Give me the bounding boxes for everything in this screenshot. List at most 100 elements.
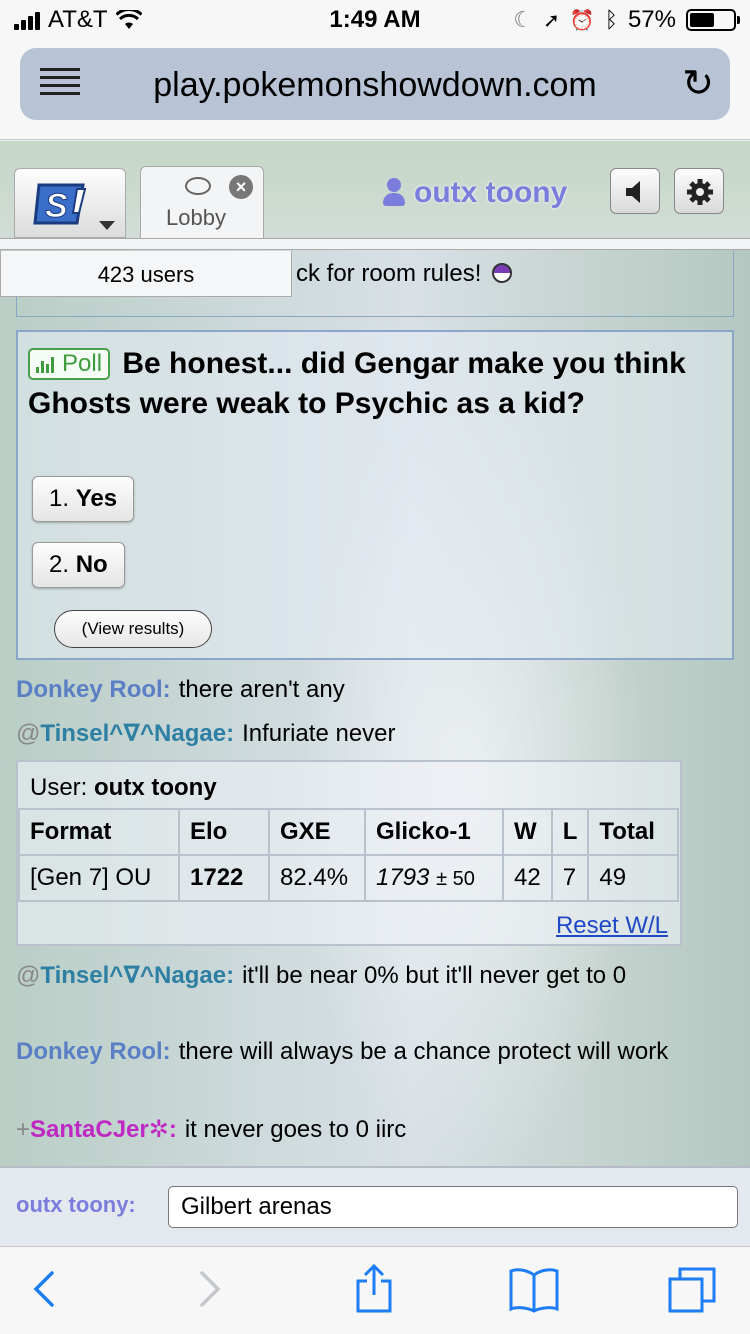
volume-button[interactable] (610, 168, 660, 214)
chat-text: there will always be a chance protect wi… (178, 1038, 669, 1065)
tab-lobby-label: Lobby (166, 205, 226, 230)
settings-button[interactable] (674, 168, 724, 214)
room-rules-text: ck for room rules! (296, 260, 513, 288)
poll-option-no[interactable]: 2. No (32, 542, 125, 588)
user-rank-symbol: @ (16, 962, 41, 989)
close-icon[interactable]: × (229, 175, 253, 199)
bar-chart-icon (36, 355, 58, 373)
browser-toolbar (0, 1246, 750, 1334)
poll-tag: Poll (28, 348, 111, 380)
poll-option-label: Yes (75, 485, 118, 512)
url-text[interactable]: play.pokemonshowdown.com (20, 66, 730, 105)
chat-username[interactable]: Donkey Rool: (16, 1038, 171, 1065)
users-count-button[interactable]: 423 users (0, 251, 292, 297)
username: outx toony (414, 176, 568, 209)
cell-elo: 1722 (178, 854, 270, 902)
pokeball-icon (492, 263, 513, 283)
ladder-stats-box: User: outx toony Format Elo GXE Glicko-1… (16, 760, 682, 946)
user-icon (382, 178, 406, 208)
poll-title: Poll Be honest... did Gengar make you th… (28, 344, 708, 424)
rules-text: ck for room rules! (296, 260, 482, 287)
chat-text: it'll be near 0% but it'll never get to … (242, 962, 627, 989)
chat-message: @Tinsel^∇^Nagae: Infuriate never (16, 718, 736, 750)
chat-text: Infuriate never (242, 720, 396, 747)
status-icons: ☾ ➚ ⏰ ᛒ 57% (513, 6, 740, 34)
poll-box: Poll Be honest... did Gengar make you th… (16, 330, 734, 660)
user-rank-symbol: @ (16, 720, 41, 747)
chat-message: Donkey Rool: there aren't any (16, 674, 736, 706)
moon-icon: ☾ (513, 7, 534, 32)
poll-tag-label: Poll (62, 350, 103, 377)
chat-message: +SantaCJer✲: it never goes to 0 iirc (16, 1114, 736, 1146)
chat-composer: outx toony: Gilbert arenas (0, 1166, 750, 1246)
alarm-icon: ⏰ (569, 9, 595, 32)
col-gxe: GXE (268, 808, 366, 856)
chat-username-text: Donkey Rool: (16, 1038, 171, 1065)
chat-username-text: Tinsel^∇^Nagae: (40, 720, 235, 747)
chat-bubble-icon (185, 177, 211, 195)
poll-option-yes[interactable]: 1. Yes (32, 476, 135, 522)
stats-user-label: User: (30, 774, 88, 801)
browser-address-area: play.pokemonshowdown.com ↻ (0, 40, 750, 140)
view-results-button[interactable]: (View results) (54, 610, 212, 648)
forward-arrow-icon[interactable] (198, 1269, 224, 1309)
reload-icon[interactable]: ↻ (682, 64, 714, 104)
tabs-icon[interactable] (666, 1265, 718, 1315)
cell-gxe: 82.4% (268, 854, 366, 902)
glicko-deviation: ± 50 (436, 868, 475, 890)
chat-username[interactable]: @Tinsel^∇^Nagae: (16, 720, 234, 747)
cell-glicko: 1793 ± 50 (364, 854, 504, 902)
showdown-logo-icon: S (33, 183, 87, 226)
composer-username: outx toony: (16, 1192, 136, 1217)
col-elo: Elo (178, 808, 270, 856)
poll-option-label: No (75, 551, 108, 578)
cell-wins: 42 (502, 854, 553, 902)
poll-question: Be honest... did Gengar make you think G… (28, 347, 686, 420)
col-total: Total (587, 808, 680, 856)
back-arrow-icon[interactable] (30, 1269, 56, 1309)
cell-losses: 7 (550, 854, 590, 902)
address-bar[interactable]: play.pokemonshowdown.com ↻ (20, 48, 730, 120)
chevron-down-icon (99, 221, 115, 230)
share-icon[interactable] (354, 1263, 394, 1315)
chat-username-text: SantaCJer✲: (30, 1116, 177, 1143)
bluetooth-icon: ᛒ (604, 7, 618, 32)
chat-username[interactable]: Donkey Rool: (16, 676, 171, 703)
tab-divider (0, 238, 750, 250)
elo-value: 1722 (190, 864, 244, 891)
battery-percent: 57% (627, 6, 676, 33)
stats-user-name: outx toony (94, 774, 217, 801)
chat-message: @Tinsel^∇^Nagae: it'll be near 0% but it'… (16, 960, 736, 992)
battery-icon (686, 9, 740, 31)
chat-username[interactable]: @Tinsel^∇^Nagae: (16, 962, 234, 989)
chat-input[interactable]: Gilbert arenas (168, 1186, 738, 1228)
col-losses: L (550, 808, 590, 856)
glicko-value: 1793 (376, 864, 430, 891)
main-menu-button[interactable]: S (14, 168, 126, 238)
chat-username-text: Tinsel^∇^Nagae: (40, 962, 235, 989)
stats-user: User: outx toony (30, 774, 217, 802)
table-header-row: Format Elo GXE Glicko-1 W L Total (18, 808, 680, 856)
poll-option-number: 1. (49, 485, 70, 512)
poll-option-number: 2. (49, 551, 70, 578)
volume-icon (626, 181, 640, 203)
col-format: Format (18, 808, 180, 856)
tab-lobby[interactable]: Lobby × (140, 166, 264, 242)
bookmarks-icon[interactable] (508, 1267, 560, 1313)
reset-wl-link[interactable]: Reset W/L (556, 912, 668, 940)
cell-format: [Gen 7] OU (18, 854, 180, 902)
stats-table: Format Elo GXE Glicko-1 W L Total [Gen 7… (18, 808, 680, 902)
chat-username[interactable]: +SantaCJer✲: (16, 1116, 177, 1143)
svg-text:S: S (45, 187, 68, 225)
chat-text: there aren't any (178, 676, 345, 703)
col-wins: W (502, 808, 553, 856)
table-row: [Gen 7] OU 1722 82.4% 1793 ± 50 42 7 49 (18, 854, 680, 902)
chat-message: Donkey Rool: there will always be a chanc… (16, 1036, 736, 1068)
status-bar: AT&T 1:49 AM ☾ ➚ ⏰ ᛒ 57% (0, 0, 750, 40)
col-glicko: Glicko-1 (364, 808, 504, 856)
user-menu[interactable]: outx toony (382, 176, 567, 210)
chat-text: it never goes to 0 iirc (184, 1116, 407, 1143)
chat-username-text: Donkey Rool: (16, 676, 171, 703)
location-icon: ➚ (543, 9, 560, 32)
user-rank-symbol: + (16, 1116, 31, 1143)
